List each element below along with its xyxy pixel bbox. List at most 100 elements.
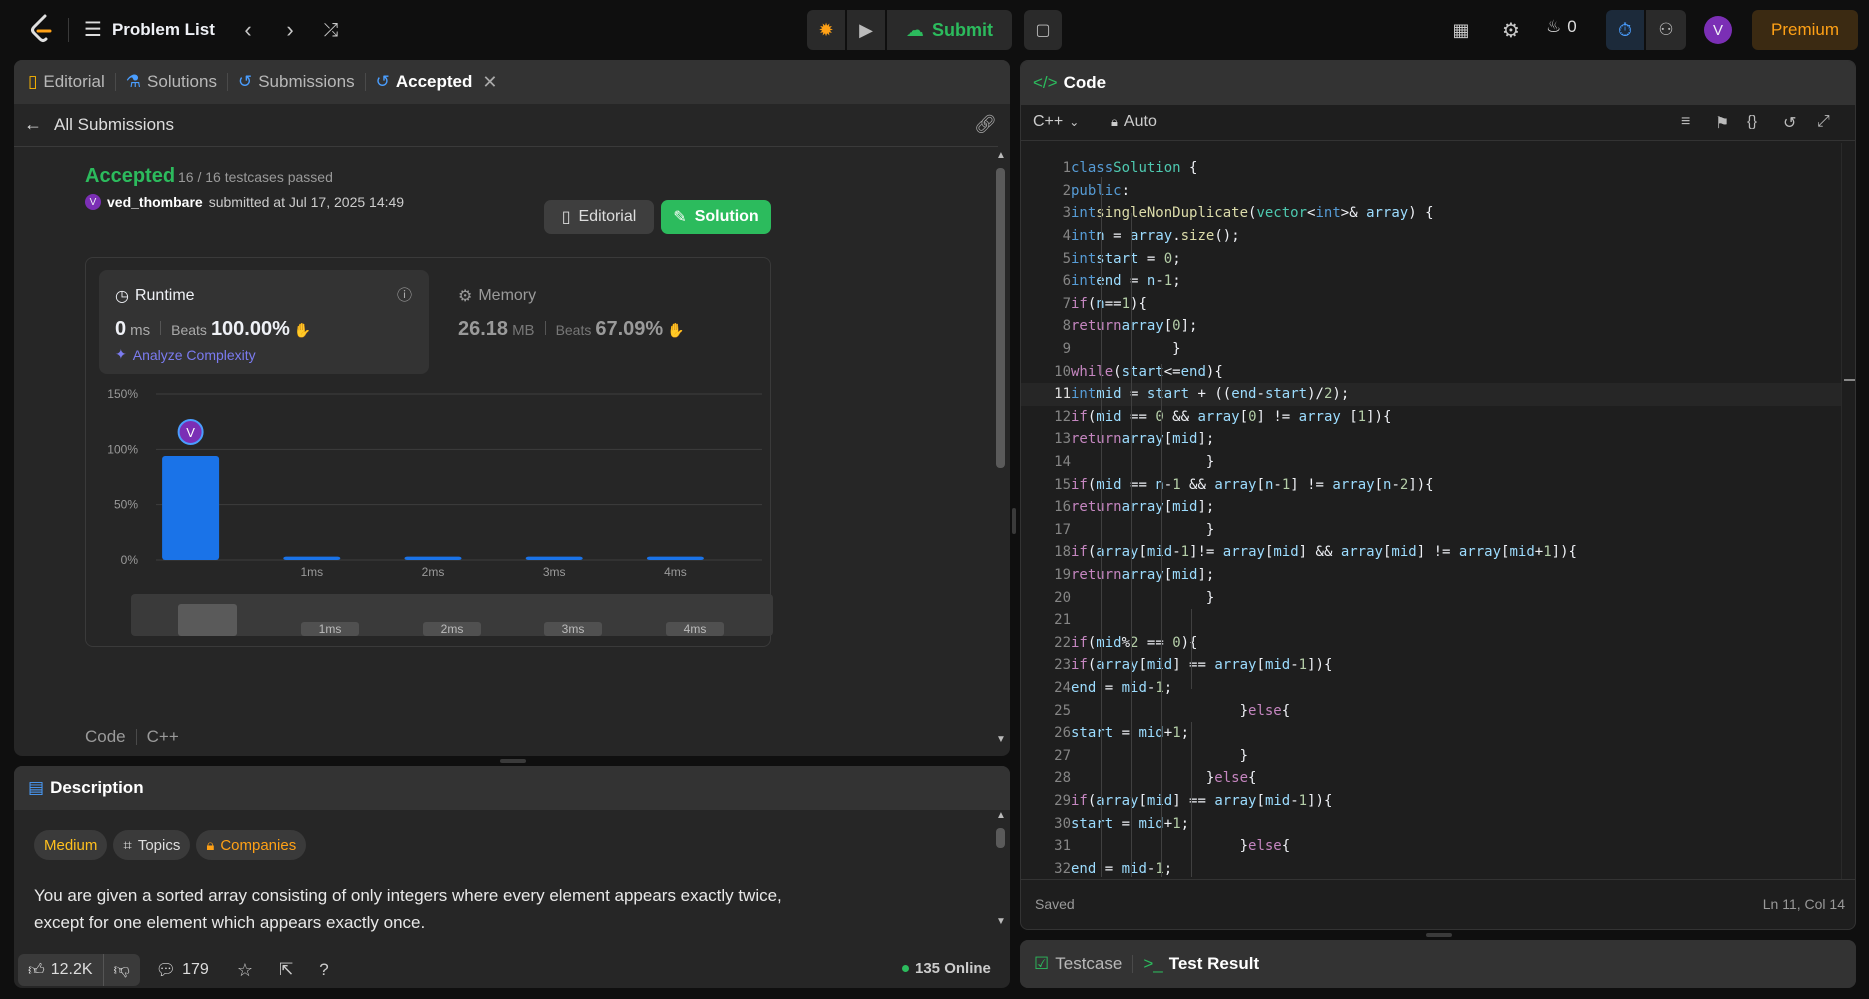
horizontal-resize-handle[interactable]	[500, 759, 526, 763]
editor-status-bar: Saved Ln 11, Col 14	[1021, 879, 1855, 929]
scrollbar[interactable]: ▲ ▼	[994, 150, 1006, 750]
braces-icon[interactable]: {}	[1747, 113, 1757, 130]
like-button[interactable]: 👍︎ 12.2K	[18, 954, 103, 986]
back-to-submissions[interactable]: ← All Submissions	[24, 114, 174, 135]
tab-code[interactable]: </> Code	[1033, 73, 1106, 93]
chart-bar[interactable]	[404, 556, 462, 560]
code-line-28[interactable]: 28 } else{	[1021, 767, 1841, 790]
book-icon: ▯	[28, 72, 38, 91]
add-friend-button[interactable]: ⚇	[1646, 10, 1686, 50]
code-line-32[interactable]: 32 end = mid -1;	[1021, 857, 1841, 877]
settings-gear-icon[interactable]: ⚙	[1498, 17, 1524, 43]
code-line-27[interactable]: 27 }	[1021, 744, 1841, 767]
memory-title: Memory	[478, 287, 537, 304]
code-line-18[interactable]: 18 if(array[mid -1]!= array[mid] && array…	[1021, 541, 1841, 564]
solution-button[interactable]: ✎ Solution	[661, 200, 771, 234]
code-line-9[interactable]: 9 }	[1021, 338, 1841, 361]
code-line-24[interactable]: 24 end = mid -1;	[1021, 677, 1841, 700]
problem-list-button[interactable]: ☰ Problem List	[84, 17, 215, 42]
code-line-8[interactable]: 8 return array[0];	[1021, 315, 1841, 338]
help-icon[interactable]: ?	[319, 960, 328, 980]
language-select[interactable]: C++ ⌄	[1033, 113, 1079, 131]
code-line-6[interactable]: 6 int end = n -1;	[1021, 270, 1841, 293]
editor-scrollbar[interactable]	[1841, 143, 1855, 879]
horizontal-resize-handle[interactable]	[1426, 933, 1452, 937]
code-line-19[interactable]: 19 return array[mid];	[1021, 564, 1841, 587]
timer-button[interactable]: ⏱	[1606, 10, 1644, 50]
chart-bar[interactable]	[162, 455, 220, 560]
run-button[interactable]: ▶	[847, 10, 885, 50]
code-line-20[interactable]: 20 }	[1021, 586, 1841, 609]
problem-list-label: Problem List	[111, 19, 215, 39]
code-line-26[interactable]: 26 start = mid +1;	[1021, 722, 1841, 745]
code-line-15[interactable]: 15 if(mid == n-1 && array[n -1] != array[…	[1021, 473, 1841, 496]
prev-problem-button[interactable]: ‹	[238, 17, 258, 43]
code-line-7[interactable]: 7 if(n==1){	[1021, 293, 1841, 316]
scrollbar[interactable]: ▲ ▼	[994, 810, 1006, 950]
tab-submissions[interactable]: ↺ Submissions	[238, 72, 355, 92]
avatar[interactable]: V	[1704, 16, 1732, 44]
editorial-button[interactable]: ▯ Editorial	[544, 200, 654, 234]
code-line-31[interactable]: 31 } else{	[1021, 835, 1841, 858]
autocomplete-toggle[interactable]: 🔒︎ Auto	[1111, 113, 1157, 131]
tab-description[interactable]: ▤ Description	[28, 778, 144, 798]
shuffle-icon[interactable]: ⤮	[318, 17, 344, 43]
code-line-4[interactable]: 4 int n = array.size();	[1021, 225, 1841, 248]
code-line-16[interactable]: 16 return array[mid];	[1021, 496, 1841, 519]
expand-icon[interactable]: ⤢	[1817, 113, 1830, 131]
analyze-complexity-button[interactable]: ✦ Analyze Complexity	[115, 346, 256, 363]
chart-range-slider[interactable]: 1ms 2ms 3ms 4ms	[131, 594, 773, 636]
submit-button[interactable]: ☁ Submit	[887, 10, 1012, 50]
tab-testcase[interactable]: ☑ Testcase	[1034, 954, 1122, 974]
reset-icon[interactable]: ↺	[1783, 113, 1796, 133]
code-line-3[interactable]: 3 int singleNonDuplicate(vector < int >& ar…	[1021, 202, 1841, 225]
share-link-icon[interactable]: 🔗︎	[974, 114, 997, 135]
code-line-21[interactable]: 21	[1021, 609, 1841, 632]
code-line-17[interactable]: 17 }	[1021, 519, 1841, 542]
tab-editorial[interactable]: ▯ Editorial	[28, 72, 105, 92]
favorite-star-icon[interactable]: ☆	[237, 960, 253, 981]
next-problem-button[interactable]: ›	[280, 17, 300, 43]
code-line-11[interactable]: 11 int mid = start + ((end - start)/2);	[1021, 382, 1841, 406]
comments-button[interactable]: 💬︎ 179	[156, 960, 209, 980]
companies-button[interactable]: 🔒︎ Companies	[196, 830, 307, 860]
code-line-29[interactable]: 29 if(array[mid] == array[mid -1]){	[1021, 790, 1841, 813]
code-line-1[interactable]: 1 class Solution {	[1021, 157, 1841, 180]
close-tab-icon[interactable]: ✕	[482, 72, 497, 93]
tab-accepted[interactable]: ↺ Accepted	[376, 72, 473, 92]
layout-icon[interactable]: ▦	[1448, 17, 1474, 43]
code-line-22[interactable]: 22 if(mid% 2 == 0){	[1021, 631, 1841, 654]
bookmark-icon[interactable]: ⚑	[1715, 113, 1729, 133]
code-line-14[interactable]: 14 }	[1021, 451, 1841, 474]
memory-card[interactable]: ⚙ Memory 26.18 MB Beats 67.09% ✋	[442, 270, 762, 374]
dislike-button[interactable]: 👎︎	[102, 954, 140, 986]
premium-button[interactable]: Premium	[1752, 10, 1858, 50]
code-line-2[interactable]: 2 public:	[1021, 180, 1841, 203]
code-line-25[interactable]: 25 } else{	[1021, 699, 1841, 722]
leetcode-logo[interactable]	[28, 14, 54, 44]
runtime-card[interactable]: ◷ Runtime ⓘ 0 ms Beats 100.00% ✋ ✦ Analy…	[99, 270, 429, 374]
code-line-13[interactable]: 13 return array[mid];	[1021, 428, 1841, 451]
chart-bar[interactable]	[646, 556, 704, 560]
notes-button[interactable]: ▢	[1024, 10, 1062, 50]
code-area[interactable]: 1 class Solution { 2 public: 3 int singl…	[1021, 157, 1841, 877]
test-tab-bar: ☑ Testcase >_ Test Result	[1020, 940, 1856, 988]
streak-counter[interactable]: ♨ 0	[1546, 17, 1577, 37]
code-line-12[interactable]: 12 if(mid == 0 && array[0] != array [1])…	[1021, 406, 1841, 429]
code-line-23[interactable]: 23 if(array[mid] == array[mid -1]){	[1021, 654, 1841, 677]
chart-bar[interactable]	[525, 556, 583, 560]
format-icon[interactable]: ≡	[1681, 113, 1690, 131]
info-icon[interactable]: ⓘ	[397, 284, 412, 305]
slider-window[interactable]	[178, 604, 237, 636]
topics-button[interactable]: ⌗ Topics	[113, 830, 191, 860]
code-line-5[interactable]: 5 int start = 0;	[1021, 247, 1841, 270]
code-line-30[interactable]: 30 start = mid +1;	[1021, 812, 1841, 835]
tab-test-result[interactable]: >_ Test Result	[1143, 954, 1259, 974]
share-icon[interactable]: ⇱	[279, 960, 293, 980]
username[interactable]: ved_thombare	[107, 194, 203, 210]
chart-bar[interactable]	[283, 556, 341, 560]
debug-button[interactable]: ✹	[807, 10, 845, 50]
tab-solutions[interactable]: ⚗ Solutions	[126, 72, 217, 92]
vertical-resize-handle[interactable]	[1012, 508, 1016, 534]
code-line-10[interactable]: 10 while(start <= end){	[1021, 360, 1841, 383]
